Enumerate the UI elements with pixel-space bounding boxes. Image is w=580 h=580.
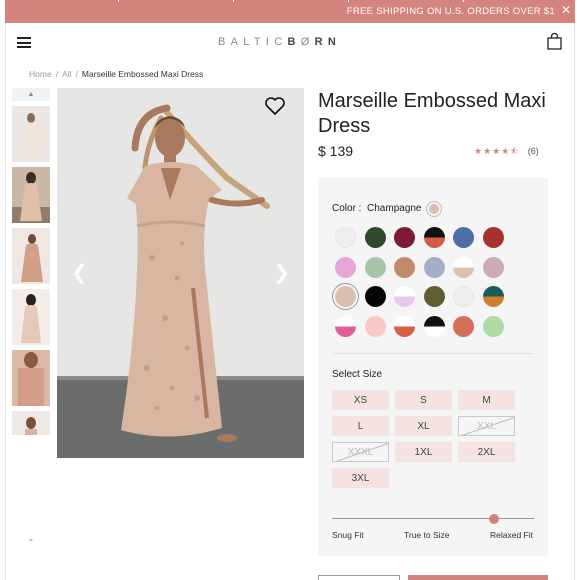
review-count[interactable]: (6) xyxy=(528,146,539,156)
size-option-m[interactable]: M xyxy=(458,390,515,410)
size-label: Select Size xyxy=(332,369,383,380)
breadcrumb-all[interactable]: All xyxy=(62,69,71,79)
breadcrumb: Home / All / Marseille Embossed Maxi Dress xyxy=(29,69,204,79)
color-swatch[interactable] xyxy=(364,286,386,308)
product-rating[interactable]: ★★★★⯪ (6) xyxy=(474,144,539,160)
breadcrumb-home[interactable]: Home xyxy=(29,69,52,79)
shopping-bag-icon[interactable] xyxy=(547,33,562,50)
color-swatch[interactable] xyxy=(423,315,445,337)
chevron-up-icon[interactable]: ▲ xyxy=(12,88,50,101)
promo-text: FREE SHIPPING ON U.S. ORDERS OVER $1 xyxy=(346,6,555,17)
fit-scale-indicator xyxy=(488,514,499,524)
color-swatch[interactable] xyxy=(483,256,504,278)
selected-color-swatch xyxy=(426,201,442,217)
chevron-down-icon[interactable]: ⌄ xyxy=(12,530,50,546)
size-option-xxl[interactable]: XXL xyxy=(458,416,515,436)
color-swatch[interactable] xyxy=(364,315,386,337)
selected-color-name: Champagne xyxy=(367,203,422,214)
thumbnail-2[interactable] xyxy=(12,167,50,223)
thumbnail-1[interactable] xyxy=(12,106,50,162)
promo-banner: FREE SHIPPING ON U.S. ORDERS OVER $1 ✕ xyxy=(5,0,575,23)
color-swatch[interactable] xyxy=(394,315,416,337)
fit-label-snug: Snug Fit xyxy=(332,530,364,540)
color-swatch[interactable] xyxy=(483,315,504,337)
color-swatch[interactable] xyxy=(364,256,386,278)
size-option-3xl[interactable]: 3XL xyxy=(332,468,389,488)
rating-stars: ★★★★⯪ xyxy=(474,146,520,156)
size-option-s[interactable]: S xyxy=(395,390,452,410)
size-option-xxxl[interactable]: XXXL xyxy=(332,442,389,462)
color-swatch[interactable] xyxy=(453,256,475,278)
fit-label-true: True to Size xyxy=(404,530,450,540)
product-price: $ 139 xyxy=(318,143,354,159)
color-swatch[interactable] xyxy=(394,256,416,278)
fit-label-relaxed: Relaxed Fit xyxy=(490,530,533,540)
color-swatch[interactable] xyxy=(394,227,416,248)
thumbnail-strip: ▲ ⌄ xyxy=(12,88,50,543)
breadcrumb-current: Marseille Embossed Maxi Dress xyxy=(81,69,204,79)
color-label: Color : Champagne xyxy=(332,203,422,214)
color-swatch[interactable] xyxy=(423,256,445,278)
color-swatch[interactable] xyxy=(453,227,475,248)
color-swatch[interactable] xyxy=(453,286,475,308)
color-swatch[interactable] xyxy=(335,256,356,278)
chevron-left-icon[interactable]: ❮ xyxy=(71,260,88,285)
color-swatch[interactable] xyxy=(394,286,416,308)
chevron-right-icon[interactable]: ❯ xyxy=(273,260,290,285)
product-image: ❮ ❯ xyxy=(57,88,304,458)
color-swatch[interactable] xyxy=(423,227,445,248)
size-option-2xl[interactable]: 2XL xyxy=(458,442,515,462)
thumbnail-6[interactable] xyxy=(12,411,50,435)
color-swatch[interactable] xyxy=(453,315,475,337)
color-swatch[interactable] xyxy=(423,286,445,308)
size-option-l[interactable]: L xyxy=(332,416,389,436)
site-header: BALTICBØRN xyxy=(5,23,575,63)
size-option-xl[interactable]: XL xyxy=(395,416,452,436)
close-icon[interactable]: ✕ xyxy=(561,3,571,17)
color-swatch[interactable] xyxy=(483,227,504,248)
color-swatch[interactable] xyxy=(335,286,356,308)
size-option-xs[interactable]: XS xyxy=(332,390,389,410)
color-swatch[interactable] xyxy=(335,315,356,337)
color-swatch[interactable] xyxy=(483,286,504,308)
thumbnail-5[interactable] xyxy=(12,350,50,406)
color-swatch[interactable] xyxy=(335,227,356,248)
fit-scale-track xyxy=(332,518,534,519)
thumbnail-3[interactable] xyxy=(12,228,50,284)
options-panel: Color : Champagne Select Size XS S M L XL XXL… xyxy=(318,178,548,556)
product-title: Marseille Embossed Maxi Dress xyxy=(318,90,546,137)
quantity-control[interactable] xyxy=(318,575,400,580)
menu-icon[interactable] xyxy=(17,37,31,48)
thumbnail-4[interactable] xyxy=(12,289,50,345)
size-option-1xl[interactable]: 1XL xyxy=(395,442,452,462)
logo[interactable]: BALTICBØRN xyxy=(218,36,341,48)
color-swatch[interactable] xyxy=(364,227,386,248)
divider xyxy=(332,353,534,354)
add-to-bag-button[interactable] xyxy=(408,575,548,580)
heart-icon[interactable] xyxy=(264,96,286,116)
